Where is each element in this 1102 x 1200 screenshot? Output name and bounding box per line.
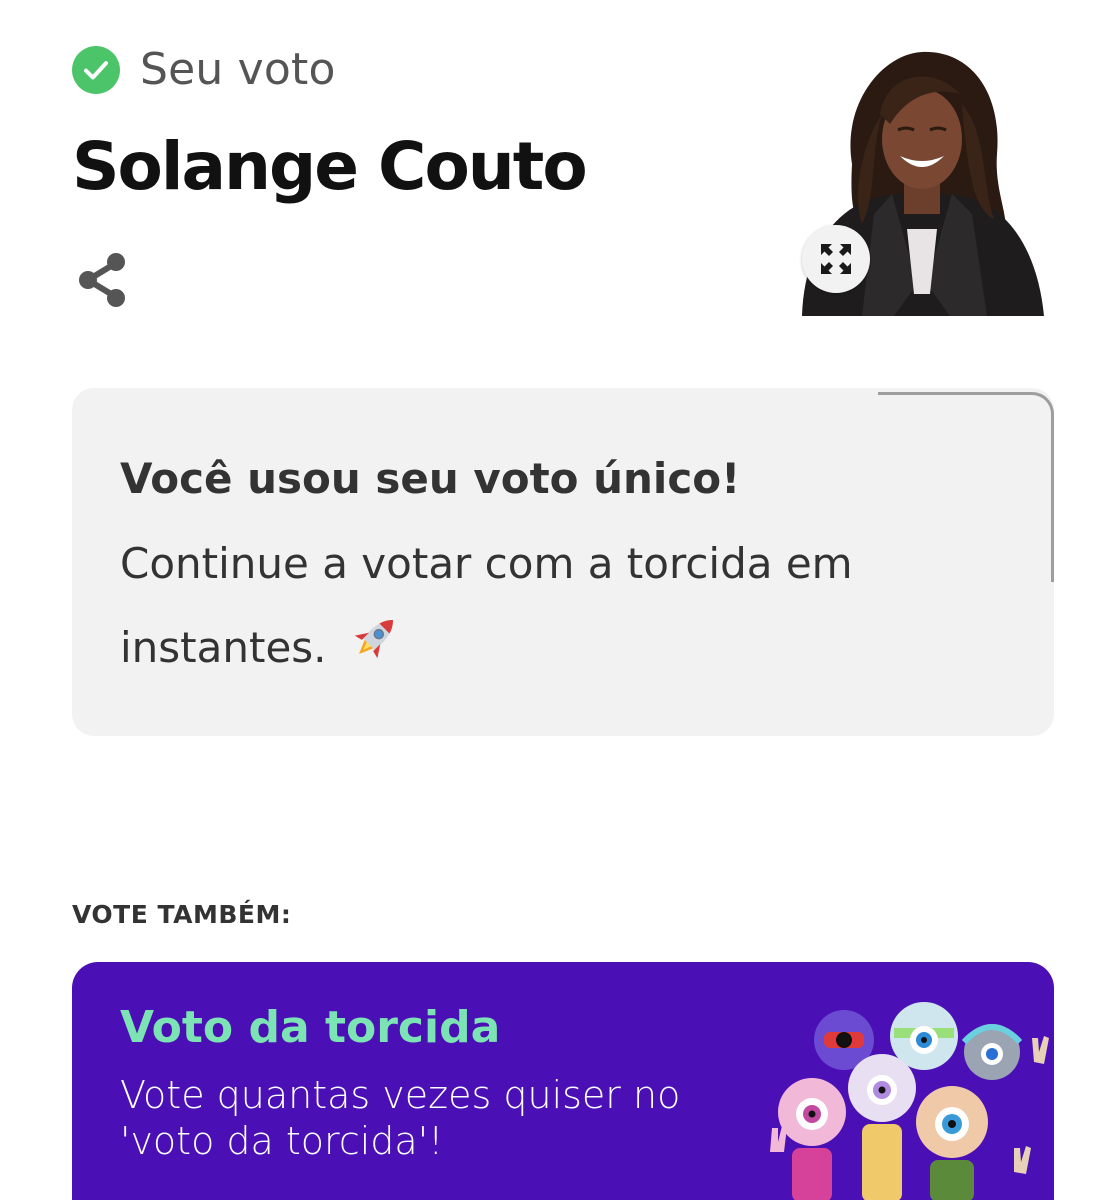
fan-vote-card[interactable]: Voto da torcida Vote quantas vezes quise… bbox=[72, 962, 1054, 1200]
check-circle-icon bbox=[72, 45, 120, 94]
vote-info-box: Você usou seu voto único! Continue a vot… bbox=[72, 388, 1054, 736]
rocket-icon bbox=[348, 609, 404, 693]
share-button[interactable] bbox=[74, 250, 130, 310]
vote-confirmation-page: Seu voto Solange Couto Você usou seu vot… bbox=[0, 0, 1102, 1200]
candidate-name: Solange Couto bbox=[72, 128, 588, 205]
fan-vote-title: Voto da torcida bbox=[120, 1002, 501, 1053]
vote-status-label: Seu voto bbox=[140, 44, 336, 95]
info-body: Continue a votar com a torcida em instan… bbox=[120, 522, 950, 693]
info-title: Você usou seu voto único! bbox=[120, 454, 741, 503]
expand-icon bbox=[821, 244, 851, 274]
expand-photo-button[interactable] bbox=[802, 225, 870, 293]
info-body-text: Continue a votar com a torcida em instan… bbox=[120, 539, 853, 672]
share-icon bbox=[79, 253, 125, 307]
fan-vote-description: Vote quantas vezes quiser no 'voto da to… bbox=[120, 1073, 681, 1163]
vote-also-label: VOTE TAMBÉM: bbox=[72, 900, 292, 929]
vote-status: Seu voto bbox=[72, 44, 336, 95]
mascots-illustration bbox=[770, 1002, 1049, 1200]
